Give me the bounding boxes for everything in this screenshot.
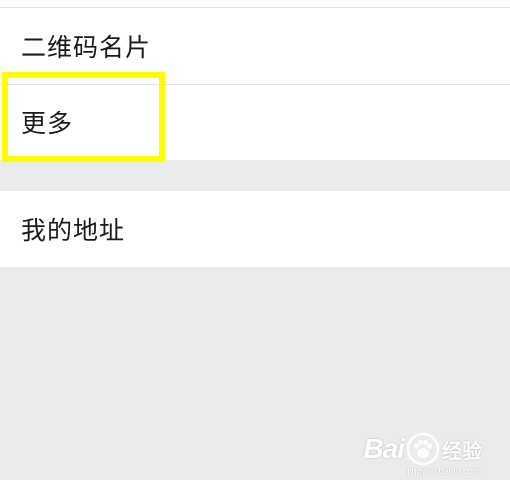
more-row[interactable]: 更多 xyxy=(0,84,510,160)
more-label: 更多 xyxy=(21,109,74,138)
qr-code-card-row[interactable]: 二维码名片 xyxy=(0,8,510,85)
paw-icon xyxy=(406,432,440,466)
my-address-row[interactable]: 我的地址 xyxy=(0,191,510,267)
watermark-brand-text: Bai xyxy=(363,433,405,464)
my-address-label: 我的地址 xyxy=(21,216,126,245)
settings-group-profile: 二维码名片 更多 xyxy=(0,0,510,160)
settings-screen: 二维码名片 更多 我的地址 Bai 经验 jingyan.baidu.com xyxy=(0,0,510,480)
baidu-watermark: Bai 经验 xyxy=(363,432,482,466)
qr-code-card-label: 二维码名片 xyxy=(21,33,152,62)
watermark-url: jingyan.baidu.com xyxy=(407,466,480,476)
settings-group-address: 我的地址 xyxy=(0,191,510,267)
watermark-brand-suffix: 经验 xyxy=(442,440,482,463)
